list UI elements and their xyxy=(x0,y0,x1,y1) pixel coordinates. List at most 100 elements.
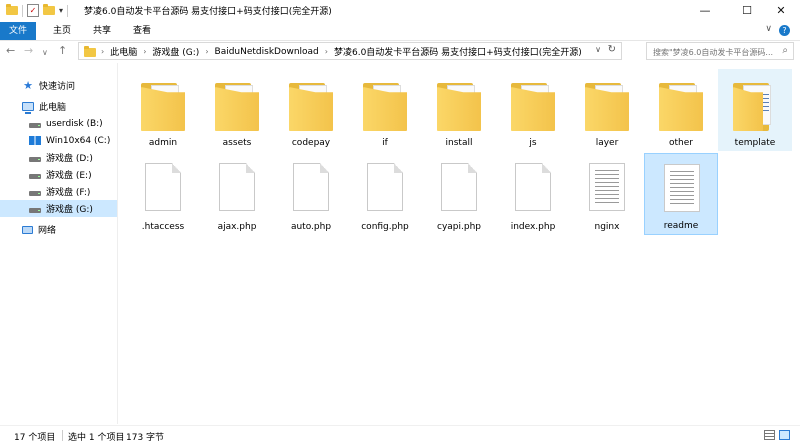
file-icon xyxy=(515,163,551,211)
folder-item-template[interactable]: template xyxy=(718,69,792,151)
address-dropdown-button[interactable]: ∨ xyxy=(595,45,601,54)
search-box[interactable]: ⌕ xyxy=(646,42,794,60)
file-list: admin assets codepay if install js layer… xyxy=(118,63,794,424)
drive-icon xyxy=(29,173,41,179)
customize-toolbar-button[interactable]: ▾ xyxy=(59,6,63,15)
sidebar-item-this-pc[interactable]: 此电脑 xyxy=(0,98,117,115)
search-icon[interactable]: ⌕ xyxy=(782,45,788,56)
folder-icon xyxy=(215,79,259,131)
sidebar-item-label: 快速访问 xyxy=(39,82,76,92)
folder-item-admin[interactable]: admin xyxy=(126,69,200,151)
folder-item-codepay[interactable]: codepay xyxy=(274,69,348,151)
close-button[interactable]: ✕ xyxy=(762,0,800,22)
divider xyxy=(67,4,69,17)
forward-button[interactable]: → xyxy=(24,44,33,58)
item-name: other xyxy=(669,138,693,148)
folder-icon xyxy=(363,79,407,131)
drive-icon xyxy=(29,190,41,196)
folder-item-js[interactable]: js xyxy=(496,69,570,151)
tab-home[interactable]: 主页 xyxy=(44,22,80,40)
folder-item-if[interactable]: if xyxy=(348,69,422,151)
folder-item-install[interactable]: install xyxy=(422,69,496,151)
item-name: layer xyxy=(595,138,619,148)
folder-icon xyxy=(659,79,703,131)
item-name: auto.php xyxy=(290,222,332,232)
chevron-right-icon[interactable]: › xyxy=(205,47,208,56)
sidebar-item-drive-b[interactable]: userdisk (B:) xyxy=(0,115,117,132)
expand-ribbon-icon[interactable]: ∨ xyxy=(765,24,772,34)
chevron-right-icon[interactable]: › xyxy=(325,47,328,56)
star-icon: ★ xyxy=(23,78,33,92)
file-item-readme[interactable]: readme xyxy=(644,153,718,235)
folder-icon xyxy=(511,79,555,131)
item-name: assets xyxy=(222,138,252,148)
item-name: index.php xyxy=(510,222,556,232)
file-icon xyxy=(441,163,477,211)
text-file-icon xyxy=(589,163,625,211)
breadcrumb-current-folder[interactable]: 梦凌6.0自动发卡平台源码 易支付接口+码支付接口(完全开源) xyxy=(334,45,582,58)
sidebar-item-drive-g[interactable]: 游戏盘 (G:) xyxy=(0,200,117,217)
new-folder-icon[interactable] xyxy=(43,4,55,15)
breadcrumb: › 此电脑 › 游戏盘 (G:) › BaiduNetdiskDownload … xyxy=(101,45,582,59)
tab-file[interactable]: 文件 xyxy=(0,22,36,40)
drive-icon xyxy=(29,122,41,128)
sidebar-item-label: userdisk (B:) xyxy=(46,118,103,129)
chevron-right-icon[interactable]: › xyxy=(101,47,104,56)
file-item-index-php[interactable]: index.php xyxy=(496,153,570,235)
search-input[interactable] xyxy=(651,44,775,60)
sidebar-item-drive-d[interactable]: 游戏盘 (D:) xyxy=(0,149,117,166)
file-item-ajax-php[interactable]: ajax.php xyxy=(200,153,274,235)
file-item-cyapi-php[interactable]: cyapi.php xyxy=(422,153,496,235)
help-icon[interactable]: ? xyxy=(779,25,790,36)
navigation-bar: ← → ∨ ↑ › 此电脑 › 游戏盘 (G:) › BaiduNetdiskD… xyxy=(0,41,800,63)
back-button[interactable]: ← xyxy=(6,44,15,58)
item-name: config.php xyxy=(361,222,409,232)
file-icon xyxy=(145,163,181,211)
details-view-icon[interactable] xyxy=(764,430,775,440)
large-icons-view-icon[interactable] xyxy=(779,430,790,440)
breadcrumb-baidunetdiskdownload[interactable]: BaiduNetdiskDownload xyxy=(215,47,319,57)
maximize-button[interactable]: ☐ xyxy=(728,0,766,22)
address-bar[interactable]: › 此电脑 › 游戏盘 (G:) › BaiduNetdiskDownload … xyxy=(78,42,622,60)
folder-icon xyxy=(585,79,629,131)
folder-item-layer[interactable]: layer xyxy=(570,69,644,151)
sidebar-item-network[interactable]: 网络 xyxy=(0,221,117,238)
tab-share[interactable]: 共享 xyxy=(84,22,120,40)
item-name: nginx xyxy=(594,222,620,232)
file-item-auto-php[interactable]: auto.php xyxy=(274,153,348,235)
title-bar: ✓ ▾ 梦凌6.0自动发卡平台源码 易支付接口+码支付接口(完全开源) — ☐ … xyxy=(0,0,800,22)
folder-item-other[interactable]: other xyxy=(644,69,718,151)
item-name: if xyxy=(382,138,388,148)
sidebar-item-drive-c[interactable]: Win10x64 (C:) xyxy=(0,132,117,149)
file-icon xyxy=(367,163,403,211)
tab-view[interactable]: 查看 xyxy=(124,22,160,40)
refresh-button[interactable]: ↻ xyxy=(608,44,616,55)
computer-icon xyxy=(22,102,34,114)
chevron-right-icon[interactable]: › xyxy=(143,47,146,56)
up-button[interactable]: ↑ xyxy=(58,44,67,58)
item-count: 17 个项目 xyxy=(14,433,56,443)
sidebar-item-quick-access[interactable]: ★ 快速访问 xyxy=(0,77,117,94)
text-file-icon xyxy=(664,164,700,212)
file-icon xyxy=(219,163,255,211)
item-name: .htaccess xyxy=(141,222,185,232)
breadcrumb-drive-g[interactable]: 游戏盘 (G:) xyxy=(152,45,199,58)
folder-icon xyxy=(437,79,481,131)
folder-icon xyxy=(84,46,96,57)
file-item-htaccess[interactable]: .htaccess xyxy=(126,153,200,235)
minimize-button[interactable]: — xyxy=(686,0,724,22)
folder-icon xyxy=(141,79,185,131)
sidebar-item-label: 游戏盘 (F:) xyxy=(46,188,91,198)
sidebar-item-label: Win10x64 (C:) xyxy=(46,135,111,146)
properties-icon[interactable]: ✓ xyxy=(27,4,39,17)
sidebar-item-label: 游戏盘 (D:) xyxy=(46,154,93,164)
selection-count: 选中 1 个项目 xyxy=(68,433,125,443)
sidebar-item-drive-e[interactable]: 游戏盘 (E:) xyxy=(0,166,117,183)
file-item-config-php[interactable]: config.php xyxy=(348,153,422,235)
sidebar-item-drive-f[interactable]: 游戏盘 (F:) xyxy=(0,183,117,200)
recent-locations-button[interactable]: ∨ xyxy=(42,46,48,60)
file-item-nginx[interactable]: nginx xyxy=(570,153,644,235)
drive-icon xyxy=(29,156,41,162)
folder-item-assets[interactable]: assets xyxy=(200,69,274,151)
breadcrumb-this-pc[interactable]: 此电脑 xyxy=(110,45,137,58)
